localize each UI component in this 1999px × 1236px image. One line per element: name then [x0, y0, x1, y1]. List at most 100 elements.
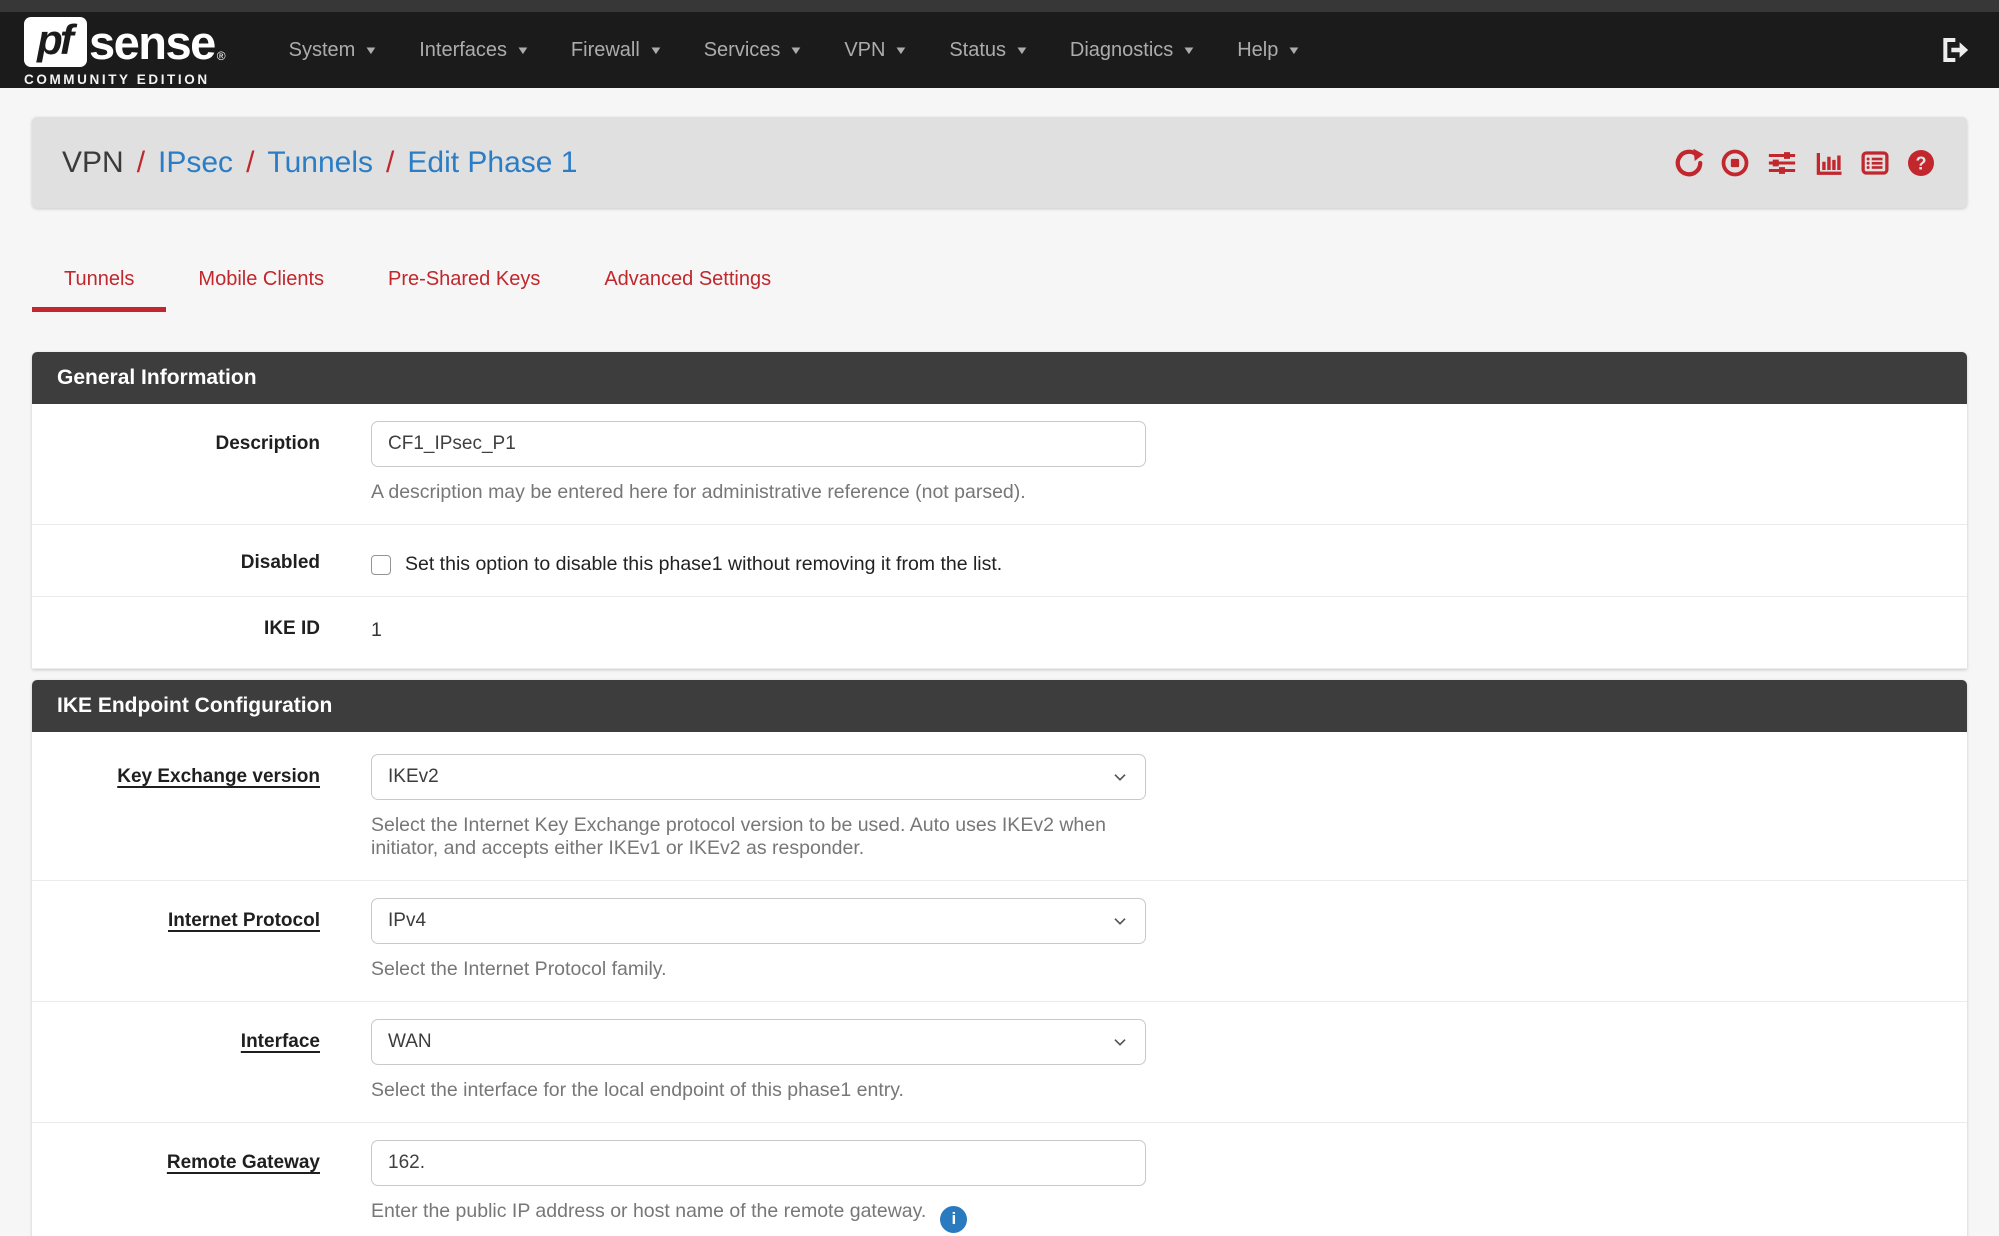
description-input[interactable] [371, 421, 1146, 467]
chevron-down-icon [1109, 766, 1131, 788]
key-exchange-version-select[interactable]: IKEv2 [371, 754, 1146, 800]
disabled-checkbox-text: Set this option to disable this phase1 w… [405, 553, 1002, 576]
menu-status[interactable]: Status ▼ [928, 39, 1049, 62]
refresh-button[interactable] [1673, 148, 1705, 178]
page-content: VPN / IPsec / Tunnels / Edit Phase 1 [0, 117, 1999, 1236]
menu-vpn[interactable]: VPN ▼ [823, 39, 928, 62]
disabled-checkbox[interactable] [371, 555, 391, 575]
list-icon [1859, 148, 1891, 178]
chevron-down-icon: ▼ [364, 43, 379, 56]
ike-id-label: IKE ID [32, 617, 320, 642]
top-strip [0, 0, 1999, 12]
bar-chart-icon [1813, 148, 1845, 178]
chevron-down-icon [1109, 1031, 1131, 1053]
breadcrumb-separator: / [246, 146, 254, 180]
remote-gateway-label: Remote Gateway [32, 1140, 320, 1233]
menu-label: Services [704, 39, 781, 62]
tab-bar: Tunnels Mobile Clients Pre-Shared Keys A… [32, 254, 1967, 312]
chevron-down-icon: ▼ [894, 43, 909, 56]
breadcrumb-trail: VPN / IPsec / Tunnels / Edit Phase 1 [62, 146, 578, 180]
ike-id-value: 1 [371, 617, 1146, 642]
form-row-internet-protocol: Internet Protocol IPv4 Select the Intern… [32, 881, 1967, 1002]
form-row-interface: Interface WAN Select the interface for t… [32, 1002, 1967, 1123]
internet-protocol-select[interactable]: IPv4 [371, 898, 1146, 944]
chevron-down-icon: ▼ [1182, 43, 1197, 56]
refresh-icon [1673, 148, 1705, 178]
chevron-down-icon [1109, 910, 1131, 932]
remote-gateway-help-text: Enter the public IP address or host name… [371, 1200, 926, 1222]
menu-firewall[interactable]: Firewall ▼ [550, 39, 683, 62]
info-circle-icon[interactable]: i [940, 1206, 967, 1233]
internet-protocol-help: Select the Internet Protocol family. [371, 958, 1146, 981]
status-graphs-button[interactable] [1813, 148, 1845, 178]
breadcrumb-vpn: VPN [62, 146, 124, 180]
panel-general-information: General Information Description A descri… [32, 352, 1967, 669]
breadcrumb-ipsec[interactable]: IPsec [158, 146, 233, 180]
section-title-ike-endpoint-configuration: IKE Endpoint Configuration [32, 680, 1967, 732]
brand-subtitle: COMMUNITY EDITION [24, 72, 226, 87]
disabled-option: Set this option to disable this phase1 w… [371, 542, 1146, 576]
panel-ike-endpoint-configuration: IKE Endpoint Configuration Key Exchange … [32, 680, 1967, 1236]
tab-advanced-settings[interactable]: Advanced Settings [572, 254, 803, 312]
menu-label: Firewall [571, 39, 640, 62]
chevron-down-icon: ▼ [1287, 43, 1302, 56]
key-exchange-version-label: Key Exchange version [32, 754, 320, 860]
pfsense-page: pf sense ® COMMUNITY EDITION System ▼ Int… [0, 0, 1999, 1236]
internet-protocol-label: Internet Protocol [32, 898, 320, 981]
menu-label: Diagnostics [1070, 39, 1173, 62]
section-title-general-information: General Information [32, 352, 1967, 404]
tab-tunnels[interactable]: Tunnels [32, 254, 166, 312]
breadcrumb: VPN / IPsec / Tunnels / Edit Phase 1 [32, 117, 1967, 208]
breadcrumb-edit-phase-1[interactable]: Edit Phase 1 [407, 146, 577, 180]
sliders-icon [1765, 148, 1799, 178]
menu-diagnostics[interactable]: Diagnostics ▼ [1049, 39, 1216, 62]
chevron-down-icon: ▼ [648, 43, 663, 56]
tab-pre-shared-keys[interactable]: Pre-Shared Keys [356, 254, 572, 312]
help-button[interactable]: ? [1905, 148, 1937, 178]
chevron-down-icon: ▼ [789, 43, 804, 56]
menu-label: Interfaces [419, 39, 507, 62]
breadcrumb-separator: / [137, 146, 145, 180]
remote-gateway-help: Enter the public IP address or host name… [371, 1200, 1146, 1233]
navbar: pf sense ® COMMUNITY EDITION System ▼ Int… [0, 12, 1999, 88]
selected-value: IKEv2 [388, 766, 439, 788]
selected-value: WAN [388, 1031, 432, 1053]
selected-value: IPv4 [388, 910, 426, 932]
interface-label: Interface [32, 1019, 320, 1102]
chevron-down-icon: ▼ [516, 43, 531, 56]
form-row-disabled: Disabled Set this option to disable this… [32, 525, 1967, 597]
chevron-down-icon: ▼ [1015, 43, 1030, 56]
registered-mark: ® [217, 49, 226, 67]
menu-label: VPN [844, 39, 885, 62]
menu-interfaces[interactable]: Interfaces ▼ [398, 39, 550, 62]
form-row-description: Description A description may be entered… [32, 404, 1967, 525]
sign-out-button[interactable] [1937, 34, 1971, 66]
breadcrumb-actions: ? [1673, 148, 1937, 178]
interface-select[interactable]: WAN [371, 1019, 1146, 1065]
form-row-remote-gateway: Remote Gateway Enter the public IP addre… [32, 1123, 1967, 1236]
breadcrumb-separator: / [386, 146, 394, 180]
menu-label: System [289, 39, 356, 62]
pfsense-logo[interactable]: pf sense ® COMMUNITY EDITION [24, 17, 226, 87]
svg-text:?: ? [1915, 153, 1926, 173]
menu-label: Status [949, 39, 1006, 62]
form-row-key-exchange-version: Key Exchange version IKEv2 Select the In… [32, 732, 1967, 881]
help-circle-icon: ? [1905, 148, 1937, 178]
description-help: A description may be entered here for ad… [371, 481, 1146, 504]
stop-circle-icon [1719, 148, 1751, 178]
breadcrumb-tunnels[interactable]: Tunnels [267, 146, 373, 180]
menu-services[interactable]: Services ▼ [683, 39, 824, 62]
disabled-label: Disabled [32, 542, 320, 576]
menu-help[interactable]: Help▼ [1216, 39, 1321, 62]
sign-out-icon [1937, 34, 1971, 66]
remote-gateway-input[interactable] [371, 1140, 1146, 1186]
tab-mobile-clients[interactable]: Mobile Clients [166, 254, 356, 312]
key-exchange-version-help: Select the Internet Key Exchange protoco… [371, 814, 1146, 860]
menu-system[interactable]: System ▼ [268, 39, 399, 62]
brand-name: sense [89, 19, 215, 66]
main-menu: System▼ Interfaces▼ Firewall▼ Services▼ … [268, 39, 1322, 62]
related-settings-button[interactable] [1765, 148, 1799, 178]
top-navbar: pf sense ® COMMUNITY EDITION System ▼ Int… [0, 0, 1999, 88]
log-button[interactable] [1859, 148, 1891, 178]
stop-button[interactable] [1719, 148, 1751, 178]
